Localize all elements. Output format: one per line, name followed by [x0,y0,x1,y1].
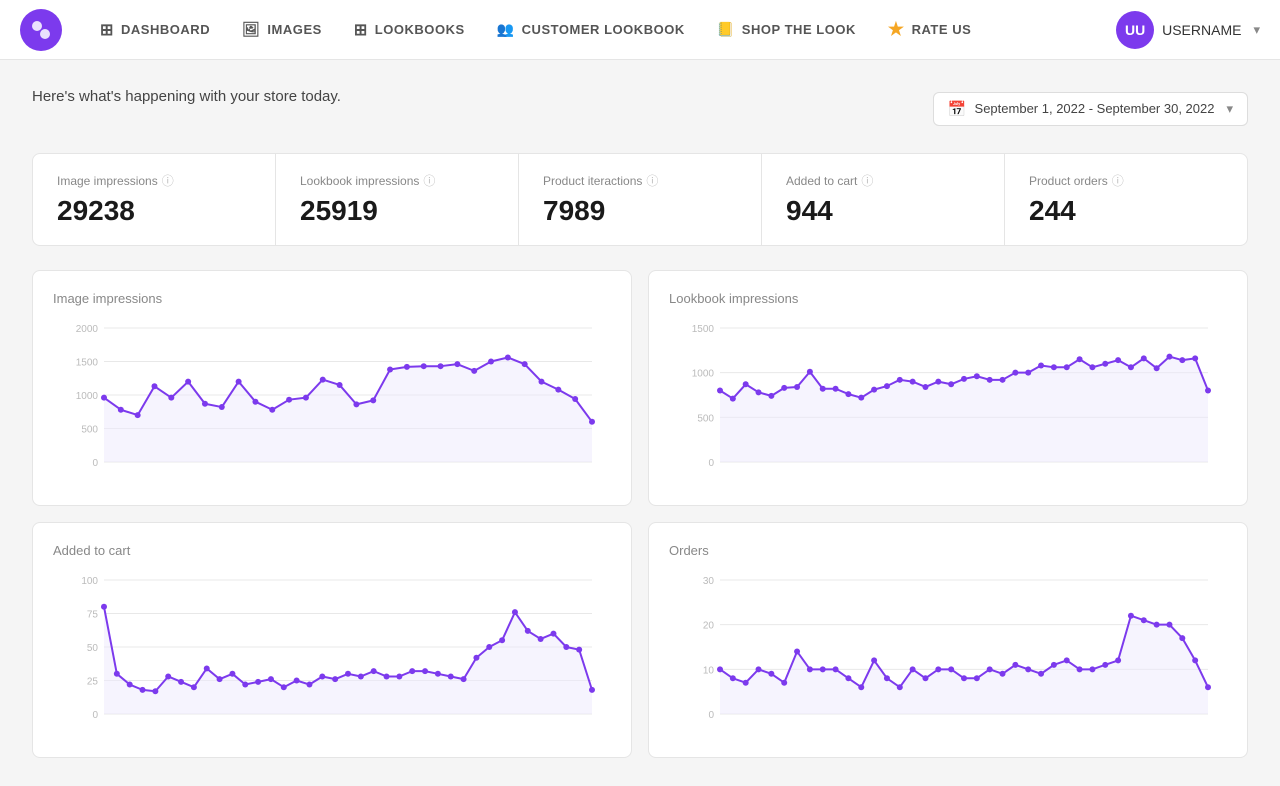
chart-card-2: Added to cart 100 75 50 25 0 [32,522,632,758]
stat-value: 244 [1029,195,1223,227]
stat-label: Lookbook impressions ⓘ [300,172,494,189]
customer-lookbook-icon: 👥 [497,21,515,38]
nav-items: ⊞ DASHBOARD 🖼 IMAGES ⊞ LOOKBOOKS 👥 CUSTO… [86,11,1116,48]
stat-value: 29238 [57,195,251,227]
date-header: Here's what's happening with your store … [32,88,1248,129]
chart-title: Lookbook impressions [669,291,1227,306]
charts-grid: Image impressions 2000150010005000 Lookb… [32,270,1248,758]
help-icon[interactable]: ⓘ [646,172,658,189]
chart-svg: 100 75 50 25 0 [53,572,611,732]
svg-text:0: 0 [708,710,714,721]
svg-text:500: 500 [697,413,714,424]
svg-text:0: 0 [92,710,98,721]
svg-text:30: 30 [703,576,715,587]
dashboard-icon: ⊞ [100,20,114,40]
chevron-down-icon[interactable]: ▾ [1253,22,1260,38]
calendar-icon: 📅 [948,100,967,118]
nav-label-shop-the-look: SHOP THE LOOK [742,22,856,37]
date-range-label: September 1, 2022 - September 30, 2022 [975,101,1215,116]
date-picker[interactable]: 📅 September 1, 2022 - September 30, 2022… [933,92,1248,126]
help-icon[interactable]: ⓘ [861,172,873,189]
shop-the-look-icon: 📒 [717,21,735,38]
images-icon: 🖼 [242,21,260,38]
stat-value: 7989 [543,195,737,227]
nav-item-shop-the-look[interactable]: 📒 SHOP THE LOOK [703,13,870,46]
svg-text:1500: 1500 [76,358,99,369]
chart-card-0: Image impressions 2000 1500 1000 500 0 [32,270,632,506]
stat-label: Image impressions ⓘ [57,172,251,189]
nav-label-images: IMAGES [267,22,321,37]
nav-label-rate-us: RATE US [912,22,972,37]
lookbooks-icon: ⊞ [354,20,368,40]
stats-row: Image impressions ⓘ 29238 Lookbook impre… [32,153,1248,246]
svg-text:1000: 1000 [692,369,715,380]
svg-text:50: 50 [87,643,99,654]
app-logo[interactable] [20,9,62,51]
svg-text:2000: 2000 [76,324,99,335]
stat-item-4: Product orders ⓘ 244 [1005,154,1247,245]
svg-text:0: 0 [92,458,98,469]
svg-text:25: 25 [87,677,99,688]
chart-title: Orders [669,543,1227,558]
nav-item-rate-us[interactable]: ★ RATE US [874,11,985,48]
help-icon[interactable]: ⓘ [1112,172,1124,189]
chart-svg: 2000 1500 1000 500 0 [53,320,611,480]
stat-value: 944 [786,195,980,227]
chart-title: Added to cart [53,543,611,558]
svg-text:1000: 1000 [76,391,99,402]
date-picker-arrow: ▾ [1226,101,1233,117]
svg-text:0: 0 [708,458,714,469]
svg-text:100: 100 [81,576,98,587]
navbar: ⊞ DASHBOARD 🖼 IMAGES ⊞ LOOKBOOKS 👥 CUSTO… [0,0,1280,60]
main-content: Here's what's happening with your store … [0,60,1280,786]
nav-item-dashboard[interactable]: ⊞ DASHBOARD [86,12,224,48]
chart-svg: 1500 1000 500 0 [669,320,1227,480]
username-label: USERNAME [1162,22,1241,38]
avatar[interactable]: UU [1116,11,1154,49]
stat-label: Added to cart ⓘ [786,172,980,189]
stat-item-3: Added to cart ⓘ 944 [762,154,1005,245]
nav-item-lookbooks[interactable]: ⊞ LOOKBOOKS [340,12,479,48]
svg-text:20: 20 [703,621,715,632]
help-icon[interactable]: ⓘ [162,172,174,189]
nav-label-customer-lookbook: CUSTOMER LOOKBOOK [522,22,685,37]
chart-card-1: Lookbook impressions 1500 1000 500 0 [648,270,1248,506]
stat-label: Product orders ⓘ [1029,172,1223,189]
nav-item-customer-lookbook[interactable]: 👥 CUSTOMER LOOKBOOK [483,13,699,46]
nav-right: UU USERNAME ▾ [1116,11,1260,49]
nav-label-lookbooks: LOOKBOOKS [375,22,465,37]
chart-svg: 30 20 10 0 [669,572,1227,732]
stat-value: 25919 [300,195,494,227]
stat-item-0: Image impressions ⓘ 29238 [33,154,276,245]
svg-text:75: 75 [87,610,99,621]
svg-text:10: 10 [703,665,715,676]
stat-label: Product iteractions ⓘ [543,172,737,189]
svg-text:1500: 1500 [692,324,715,335]
nav-item-images[interactable]: 🖼 IMAGES [228,13,336,46]
star-icon: ★ [888,19,905,40]
nav-label-dashboard: DASHBOARD [121,22,210,37]
page-subtitle: Here's what's happening with your store … [32,88,341,105]
stat-item-1: Lookbook impressions ⓘ 25919 [276,154,519,245]
chart-title: Image impressions [53,291,611,306]
chart-card-3: Orders 30 20 10 0 [648,522,1248,758]
help-icon[interactable]: ⓘ [423,172,435,189]
svg-text:500: 500 [81,425,98,436]
stat-item-2: Product iteractions ⓘ 7989 [519,154,762,245]
